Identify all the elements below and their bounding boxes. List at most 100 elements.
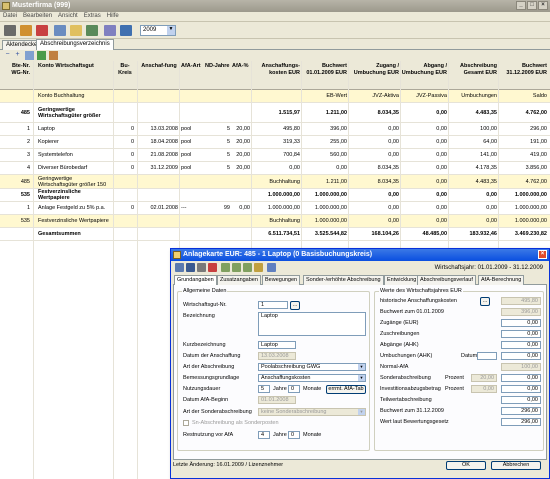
col-abschr[interactable]: Abschreibung Gesamt EUR	[449, 63, 497, 77]
chevron-down-icon[interactable]: ▼	[167, 26, 175, 35]
prev-record-icon[interactable]	[232, 263, 241, 272]
delete-icon[interactable]	[208, 263, 217, 272]
bezeichnung-field[interactable]: Laptop	[258, 312, 366, 336]
table-row[interactable]: 535 Festverzinsliche Wertpapiere Buchhaltu…	[0, 215, 550, 228]
tab-sonderabschreibung[interactable]: Sonder-/erhöhte Abschreibung	[303, 275, 384, 285]
table-row[interactable]: 485 Geringwertige Wirtschaftsgüter größer…	[0, 103, 550, 123]
werte-field[interactable]: 0,00	[501, 374, 541, 382]
menu-ansicht[interactable]: Ansicht	[55, 12, 81, 20]
minimize-button[interactable]: _	[516, 1, 526, 10]
datum-anschaffung-field[interactable]: 13.03.2008	[258, 352, 296, 360]
werte-field[interactable]: 396,00	[501, 308, 541, 316]
tab-bewegungen[interactable]: Bewegungen	[262, 275, 301, 285]
werte-field[interactable]: 296,00	[501, 418, 541, 426]
print-icon[interactable]	[197, 263, 206, 272]
col-ak[interactable]: Anschaffungs-kosten EUR	[253, 63, 301, 77]
tab-grundangaben[interactable]: Grundangaben	[174, 275, 217, 285]
col-afaart[interactable]: AfA-Art	[181, 63, 203, 70]
bemessungsgrundlage-select[interactable]: Anschaffungskosten ▼	[258, 374, 366, 382]
chevron-down-icon[interactable]: ▼	[358, 364, 365, 370]
chevron-down-icon[interactable]: ▼	[358, 375, 365, 381]
print-icon[interactable]	[54, 25, 66, 36]
tab-abschreibungsverlauf[interactable]: Abschreibungsverlauf	[417, 275, 476, 285]
tab-zusatzangaben[interactable]: Zusatzangaben	[217, 275, 261, 285]
col-anschaffung[interactable]: Anschaf-fung	[140, 63, 178, 70]
col-bukreis[interactable]: Bu-Kreis	[116, 63, 134, 77]
col-bw0101[interactable]: Buchwert 01.01.2009 EUR	[302, 63, 347, 77]
werte-field[interactable]: 0,00	[501, 396, 541, 404]
table-row[interactable]: 1 Anlage Festgeld zu 5% p.a. 0 02.01.2008 --…	[0, 202, 550, 215]
search-icon[interactable]	[104, 25, 116, 36]
col-nd[interactable]: ND-Jahre	[205, 63, 231, 70]
datum-afa-beginn-field[interactable]: 01.01.2008	[258, 396, 296, 404]
expand-icon[interactable]: +	[13, 51, 22, 60]
werte-field[interactable]: 100,00	[501, 363, 541, 371]
filter-icon[interactable]	[25, 51, 34, 60]
art-abschreibung-select[interactable]: Poolabschreibung GWG ▼	[258, 363, 366, 371]
col-abgang[interactable]: Abgang / Umbuchung EUR	[401, 63, 447, 77]
wgnr-field[interactable]: 1	[258, 301, 288, 309]
tab-afa-berechnung[interactable]: AfA-Berechnung	[478, 275, 525, 285]
prozent-sonder-field[interactable]: 0,00	[471, 385, 497, 393]
help-icon[interactable]	[267, 263, 276, 272]
werte-field[interactable]: 0,00	[501, 341, 541, 349]
delete-icon[interactable]	[36, 25, 48, 36]
art-sonderabschreibung-select[interactable]: keine Sonderabschreibung ▼	[258, 408, 366, 416]
werte-field[interactable]: 495,80	[501, 297, 541, 305]
next-record-icon[interactable]	[243, 263, 252, 272]
nd-monate-field[interactable]: 0	[288, 385, 300, 393]
undo-icon[interactable]	[254, 263, 263, 272]
abgang-datum-field[interactable]	[477, 352, 497, 360]
rest-jahre-field[interactable]: 4	[258, 431, 270, 439]
cancel-button[interactable]: Abbrechen	[491, 461, 541, 470]
table-row[interactable]: 4 Diverser Bürobedarf 0 31.12.2009 pool 5 20,0…	[0, 162, 550, 175]
tab-entwicklung[interactable]: Entwicklung	[384, 275, 420, 285]
ak-lookup-button[interactable]: ...	[480, 297, 490, 306]
settings-icon[interactable]	[49, 51, 58, 60]
werte-field[interactable]: 0,00	[501, 330, 541, 338]
col-zugang[interactable]: Zugang / Umbuchung EUR	[349, 63, 399, 77]
kurzbezeichnung-field[interactable]: Laptop	[258, 341, 296, 349]
nd-jahre-field[interactable]: 5	[258, 385, 270, 393]
werte-field[interactable]: 0,00	[501, 319, 541, 327]
menu-extras[interactable]: Extras	[81, 12, 104, 20]
table-row[interactable]: 1 Laptop 0 13.03.2008 pool 5 20,00 495,80 396,00…	[0, 123, 550, 136]
export-icon[interactable]	[86, 25, 98, 36]
wgnr-lookup-button[interactable]: ...	[290, 301, 300, 310]
year-select[interactable]: 2009 ▼	[140, 25, 176, 36]
tab-abschreibungsverzeichnis[interactable]: Abschreibungsverzeichnis	[36, 39, 114, 50]
prozent-normal-field[interactable]: 20,00	[471, 374, 497, 382]
table-row[interactable]: 3 Systemtelefon 0 21.08.2008 pool 5 20,00 700,8…	[0, 149, 550, 162]
werte-field[interactable]: 296,00	[501, 407, 541, 415]
calendar-icon[interactable]	[120, 25, 132, 36]
mail-icon[interactable]	[70, 25, 82, 36]
chevron-down-icon[interactable]: ▼	[358, 409, 365, 415]
rest-monate-field[interactable]: 0	[288, 431, 300, 439]
table-row[interactable]: Konto Buchhaltung EB-Wert JVZ-Aktiva JVZ-Pa…	[0, 90, 550, 103]
werte-field[interactable]: 0,00	[501, 385, 541, 393]
menu-bearbeiten[interactable]: Bearbeiten	[20, 12, 55, 20]
sonderposten-checkbox[interactable]	[183, 420, 189, 426]
save-icon[interactable]	[186, 263, 195, 272]
col-bw3112[interactable]: Buchwert 31.12.2009 EUR	[499, 63, 547, 77]
werte-field[interactable]: 0,00	[501, 352, 541, 360]
folder-icon[interactable]	[20, 25, 32, 36]
table-row[interactable]: 485 Geringwertige Wirtschaftsgüter größer…	[0, 175, 550, 189]
collapse-icon[interactable]: −	[3, 51, 12, 60]
new-icon[interactable]	[175, 263, 184, 272]
close-button[interactable]: ×	[538, 1, 548, 10]
excel-icon[interactable]	[37, 51, 46, 60]
afa-tab-button[interactable]: errmt. AfA-Tab	[326, 385, 366, 394]
menu-hilfe[interactable]: Hilfe	[104, 12, 122, 20]
menu-datei[interactable]: Datei	[0, 12, 20, 20]
col-afapct[interactable]: AfA-%	[232, 63, 250, 70]
book-icon[interactable]	[4, 25, 16, 36]
first-record-icon[interactable]	[221, 263, 230, 272]
maximize-button[interactable]: □	[527, 1, 537, 10]
col-nr[interactable]: Bte-Nr. WG-Nr.	[2, 63, 30, 77]
table-row[interactable]: 2 Kopierer 0 18.04.2008 pool 5 20,00 319,33 255,…	[0, 136, 550, 149]
dialog-close-button[interactable]: ×	[538, 250, 547, 259]
ok-button[interactable]: OK	[446, 461, 486, 470]
col-konto[interactable]: Konto Wirtschaftsgut	[38, 63, 108, 70]
table-row[interactable]: 535 Festverzinsliche Wertpapiere 1.000.000…	[0, 189, 550, 202]
